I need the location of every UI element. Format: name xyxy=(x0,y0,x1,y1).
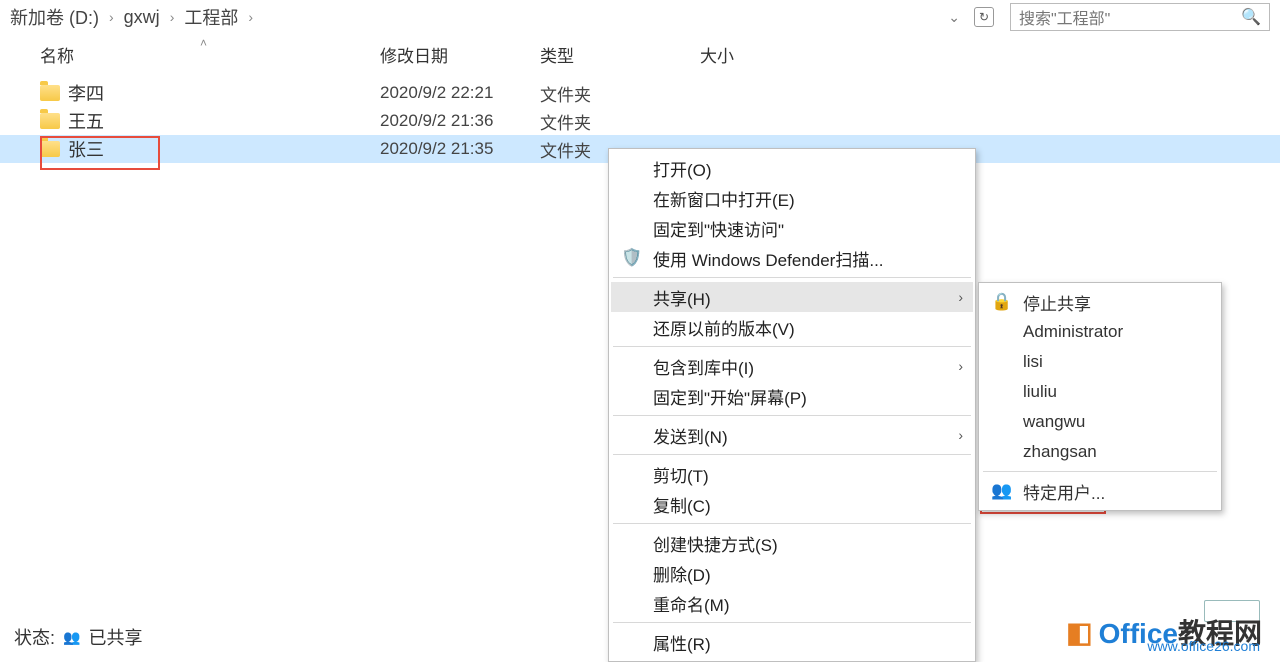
folder-icon xyxy=(40,141,60,157)
chevron-right-icon: › xyxy=(105,9,118,25)
column-header-date[interactable]: 修改日期 xyxy=(380,42,540,67)
people-icon: 👥 xyxy=(991,481,1011,501)
list-item[interactable]: 李四 2020/9/2 22:21 文件夹 xyxy=(0,79,1280,107)
menu-create-shortcut[interactable]: 创建快捷方式(S) xyxy=(611,528,973,558)
menu-pin-quick-access[interactable]: 固定到"快速访问" xyxy=(611,213,973,243)
menu-separator xyxy=(983,471,1217,472)
menu-separator xyxy=(613,415,971,416)
search-placeholder: 搜索"工程部" xyxy=(1019,5,1110,29)
menu-copy[interactable]: 复制(C) xyxy=(611,489,973,519)
lock-icon: 🔒 xyxy=(991,292,1011,312)
submenu-user-liuliu[interactable]: liuliu xyxy=(981,377,1219,407)
chevron-right-icon: › xyxy=(244,9,257,25)
file-name: 王五 xyxy=(68,108,104,134)
submenu-specific-people[interactable]: 👥特定用户... xyxy=(981,476,1219,506)
menu-rename[interactable]: 重命名(M) xyxy=(611,588,973,618)
menu-defender-scan[interactable]: 🛡️使用 Windows Defender扫描... xyxy=(611,243,973,273)
file-date: 2020/9/2 21:35 xyxy=(380,139,540,159)
submenu-arrow-icon: › xyxy=(958,358,963,374)
submenu-stop-sharing[interactable]: 🔒停止共享 xyxy=(981,287,1219,317)
submenu-user-lisi[interactable]: lisi xyxy=(981,347,1219,377)
submenu-arrow-icon: › xyxy=(958,427,963,443)
status-label: 状态: xyxy=(14,624,55,650)
status-bar: 状态: 👥 已共享 xyxy=(14,624,142,650)
menu-delete[interactable]: 删除(D) xyxy=(611,558,973,588)
menu-separator xyxy=(613,523,971,524)
address-bar: 新加卷 (D:) › gxwj › 工程部 › ⌄ ↻ 搜索"工程部" 🔍 xyxy=(0,0,1280,34)
office-logo-icon: ◧ xyxy=(1066,616,1092,649)
file-type: 文件夹 xyxy=(540,109,700,134)
watermark-logo: ◧ Office教程网 www.office26.com xyxy=(1066,612,1262,652)
menu-cut[interactable]: 剪切(T) xyxy=(611,459,973,489)
history-dropdown-icon[interactable]: ⌄ xyxy=(948,9,960,26)
menu-pin-start[interactable]: 固定到"开始"屏幕(P) xyxy=(611,381,973,411)
menu-open-new-window[interactable]: 在新窗口中打开(E) xyxy=(611,183,973,213)
menu-send-to[interactable]: 发送到(N)› xyxy=(611,420,973,450)
folder-icon xyxy=(40,113,60,129)
menu-separator xyxy=(613,277,971,278)
column-header-size[interactable]: 大小 xyxy=(700,42,800,67)
refresh-button[interactable]: ↻ xyxy=(974,7,994,27)
column-headers: ˄ 名称 修改日期 类型 大小 xyxy=(0,34,1280,73)
menu-separator xyxy=(613,622,971,623)
submenu-user-zhangsan[interactable]: zhangsan xyxy=(981,437,1219,467)
file-name: 李四 xyxy=(68,80,104,106)
menu-separator xyxy=(613,346,971,347)
shared-people-icon: 👥 xyxy=(63,629,80,646)
file-date: 2020/9/2 21:36 xyxy=(380,111,540,131)
context-menu: 打开(O) 在新窗口中打开(E) 固定到"快速访问" 🛡️使用 Windows … xyxy=(608,148,976,662)
menu-properties[interactable]: 属性(R) xyxy=(611,627,973,657)
file-date: 2020/9/2 22:21 xyxy=(380,83,540,103)
submenu-user-administrator[interactable]: Administrator xyxy=(981,317,1219,347)
sort-ascending-icon: ˄ xyxy=(200,36,207,50)
defender-shield-icon: 🛡️ xyxy=(621,248,641,268)
file-type: 文件夹 xyxy=(540,81,700,106)
watermark-url: www.office26.com xyxy=(1147,638,1260,654)
breadcrumb-seg-dept[interactable]: 工程部 xyxy=(184,4,238,30)
submenu-user-wangwu[interactable]: wangwu xyxy=(981,407,1219,437)
list-item[interactable]: 王五 2020/9/2 21:36 文件夹 xyxy=(0,107,1280,135)
search-input[interactable]: 搜索"工程部" 🔍 xyxy=(1010,3,1270,31)
breadcrumb-seg-drive[interactable]: 新加卷 (D:) xyxy=(10,4,99,30)
menu-share[interactable]: 共享(H)› xyxy=(611,282,973,312)
breadcrumb[interactable]: 新加卷 (D:) › gxwj › 工程部 › xyxy=(10,4,257,30)
search-icon: 🔍 xyxy=(1241,7,1261,27)
column-header-name[interactable]: 名称 xyxy=(40,42,380,67)
share-submenu: 🔒停止共享 Administrator lisi liuliu wangwu z… xyxy=(978,282,1222,511)
chevron-right-icon: › xyxy=(166,9,179,25)
column-header-type[interactable]: 类型 xyxy=(540,42,700,67)
file-name: 张三 xyxy=(68,136,104,162)
menu-open[interactable]: 打开(O) xyxy=(611,153,973,183)
breadcrumb-seg-gxwj[interactable]: gxwj xyxy=(124,7,160,28)
menu-restore-previous[interactable]: 还原以前的版本(V) xyxy=(611,312,973,342)
menu-include-library[interactable]: 包含到库中(I)› xyxy=(611,351,973,381)
status-value: 已共享 xyxy=(88,624,142,650)
folder-icon xyxy=(40,85,60,101)
menu-separator xyxy=(613,454,971,455)
submenu-arrow-icon: › xyxy=(958,289,963,305)
